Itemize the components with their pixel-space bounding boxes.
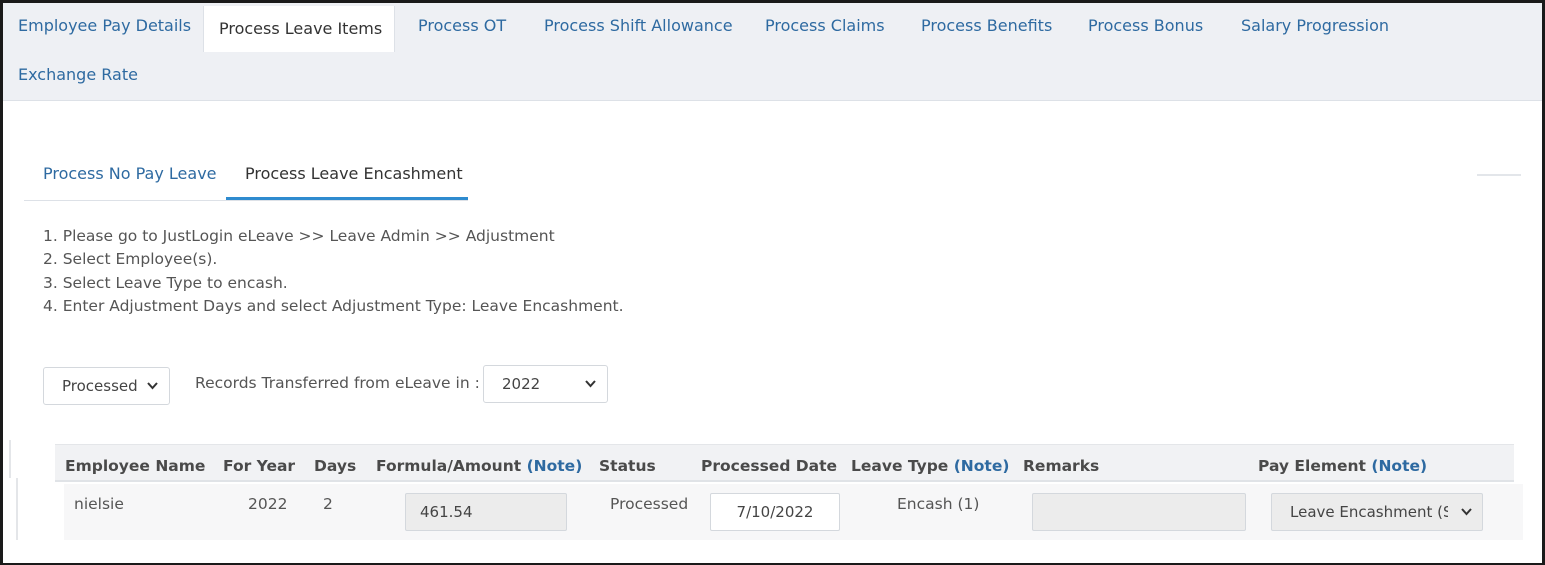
- cell-days: 2: [323, 495, 333, 513]
- table-row: nielsie 2022 2 461.54 Processed 7/10/202…: [64, 484, 1523, 540]
- panel-divider: [1477, 174, 1521, 176]
- pay-element-value: Leave Encashment (Sys: [1290, 503, 1448, 521]
- cell-status: Processed: [610, 495, 689, 513]
- note-link[interactable]: (Note): [527, 457, 583, 475]
- column-header-processed-date[interactable]: Processed Date: [701, 457, 837, 475]
- sub-tab-bar: Process No Pay Leave Process Leave Encas…: [24, 152, 468, 202]
- formula-amount-field: 461.54: [405, 493, 567, 531]
- processed-date-input[interactable]: 7/10/2022: [710, 493, 840, 531]
- year-filter-value: 2022: [502, 375, 541, 393]
- tab-process-shift-allowance[interactable]: Process Shift Allowance: [529, 3, 748, 49]
- table-edge: [9, 440, 11, 478]
- column-header-formula-amount: Formula/Amount (Note): [376, 457, 583, 475]
- chevron-down-icon: [1456, 494, 1476, 530]
- records-transferred-label: Records Transferred from eLeave in :: [195, 374, 480, 392]
- instruction-line: 2. Select Employee(s).: [43, 250, 218, 269]
- column-header-remarks[interactable]: Remarks: [1023, 457, 1099, 475]
- tab-process-no-pay-leave[interactable]: Process No Pay Leave: [24, 152, 236, 200]
- pay-element-select[interactable]: Leave Encashment (Sys: [1271, 493, 1483, 531]
- top-tab-bar: Employee Pay Details Process Leave Items…: [3, 3, 1542, 101]
- cell-employee-name: nielsie: [74, 495, 124, 513]
- instruction-line: 3. Select Leave Type to encash.: [43, 273, 288, 292]
- column-header-for-year[interactable]: For Year: [223, 457, 295, 475]
- column-header-employee-name[interactable]: Employee Name: [65, 457, 205, 475]
- tab-process-leave-encashment[interactable]: Process Leave Encashment: [226, 152, 468, 200]
- tab-employee-pay-details[interactable]: Employee Pay Details: [3, 3, 206, 49]
- column-header-days[interactable]: Days: [314, 457, 356, 475]
- instructions-list: 1. Please go to JustLogin eLeave >> Leav…: [43, 225, 624, 318]
- status-filter-value: Processed: [62, 377, 138, 395]
- tab-process-claims[interactable]: Process Claims: [750, 3, 900, 49]
- column-header-status[interactable]: Status: [599, 457, 656, 475]
- tab-process-leave-items[interactable]: Process Leave Items: [203, 6, 395, 52]
- remarks-field[interactable]: [1032, 493, 1246, 531]
- status-filter-select[interactable]: Processed: [43, 367, 170, 405]
- chevron-down-icon: [584, 366, 597, 416]
- note-link[interactable]: (Note): [1371, 457, 1427, 475]
- column-header-pay-element: Pay Element (Note): [1258, 457, 1428, 475]
- tab-process-bonus[interactable]: Process Bonus: [1073, 3, 1218, 49]
- cell-leave-type: Encash (1): [897, 495, 980, 513]
- column-header-leave-type: Leave Type (Note): [851, 457, 1010, 475]
- note-link[interactable]: (Note): [954, 457, 1010, 475]
- cell-for-year: 2022: [248, 495, 288, 513]
- table-header: Employee Name For Year Days Formula/Amou…: [55, 444, 1514, 482]
- tab-salary-progression[interactable]: Salary Progression: [1226, 3, 1404, 49]
- table-edge: [16, 478, 18, 540]
- tab-process-ot[interactable]: Process OT: [403, 3, 521, 49]
- tab-exchange-rate[interactable]: Exchange Rate: [3, 52, 153, 98]
- year-filter-select[interactable]: 2022: [483, 365, 608, 403]
- chevron-down-icon: [146, 368, 159, 418]
- tab-process-benefits[interactable]: Process Benefits: [906, 3, 1067, 49]
- instruction-line: 1. Please go to JustLogin eLeave >> Leav…: [43, 227, 555, 245]
- instruction-line: 4. Enter Adjustment Days and select Adju…: [43, 296, 624, 315]
